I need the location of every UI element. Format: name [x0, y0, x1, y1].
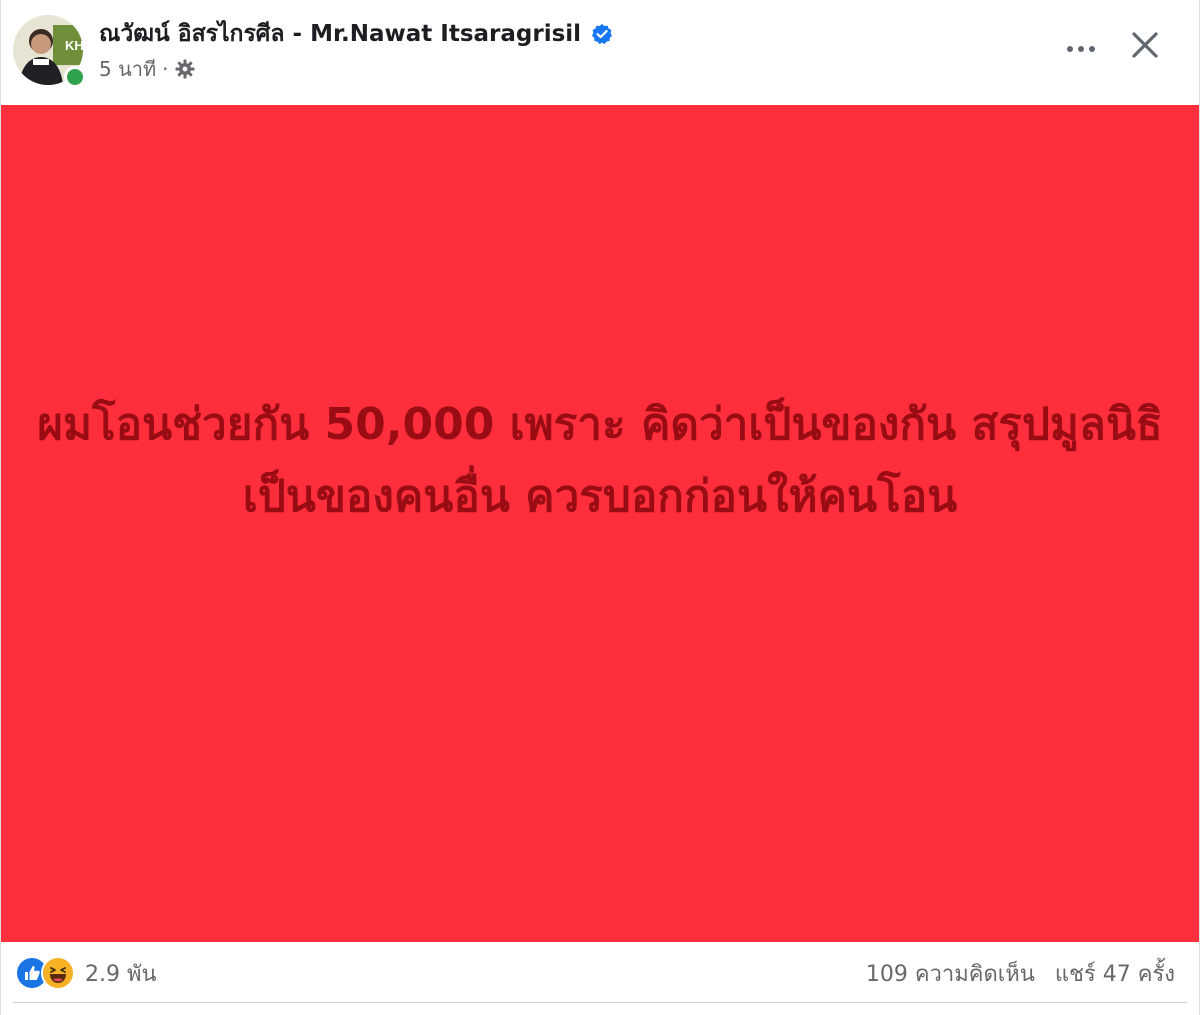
meta-separator: · [162, 57, 169, 81]
close-button[interactable] [1123, 25, 1167, 69]
haha-icon [41, 956, 75, 990]
footer-divider [13, 1002, 1187, 1003]
verified-badge-icon [591, 23, 613, 45]
post-footer: 2.9 พัน 109 ความคิดเห็น แชร์ 47 ครั้ง [1, 942, 1199, 1002]
gear-icon[interactable] [175, 59, 195, 79]
reaction-count: 2.9 พัน [85, 961, 157, 987]
more-horizontal-icon [1066, 38, 1096, 57]
online-status-dot [64, 66, 86, 88]
post-stats: 109 ความคิดเห็น แชร์ 47 ครั้ง [866, 956, 1175, 990]
post-header: KH ณวัฒน์ อิสรไกรศีล - Mr.Nawat Itsaragr… [1, 0, 1199, 105]
close-icon [1131, 31, 1159, 63]
comments-count[interactable]: 109 ความคิดเห็น [866, 956, 1035, 991]
svg-text:KH: KH [65, 38, 83, 53]
facebook-post: KH ณวัฒน์ อิสรไกรศีล - Mr.Nawat Itsaragr… [0, 0, 1200, 1015]
more-options-button[interactable] [1059, 27, 1103, 67]
reactions-summary[interactable]: 2.9 พัน [15, 956, 157, 990]
author-line: ณวัฒน์ อิสรไกรศีล - Mr.Nawat Itsaragrisi… [99, 16, 613, 52]
shares-count[interactable]: แชร์ 47 ครั้ง [1055, 956, 1175, 991]
author-name[interactable]: ณวัฒน์ อิสรไกรศีล - Mr.Nawat Itsaragrisi… [99, 16, 581, 52]
post-body-text: ผมโอนช่วยกัน 50,000 เพราะ คิดว่าเป็นของก… [37, 399, 1163, 522]
post-text-background: ผมโอนช่วยกัน 50,000 เพราะ คิดว่าเป็นของก… [1, 105, 1199, 942]
post-meta: 5 นาที · [99, 55, 195, 83]
post-timestamp[interactable]: 5 นาที [99, 53, 156, 85]
